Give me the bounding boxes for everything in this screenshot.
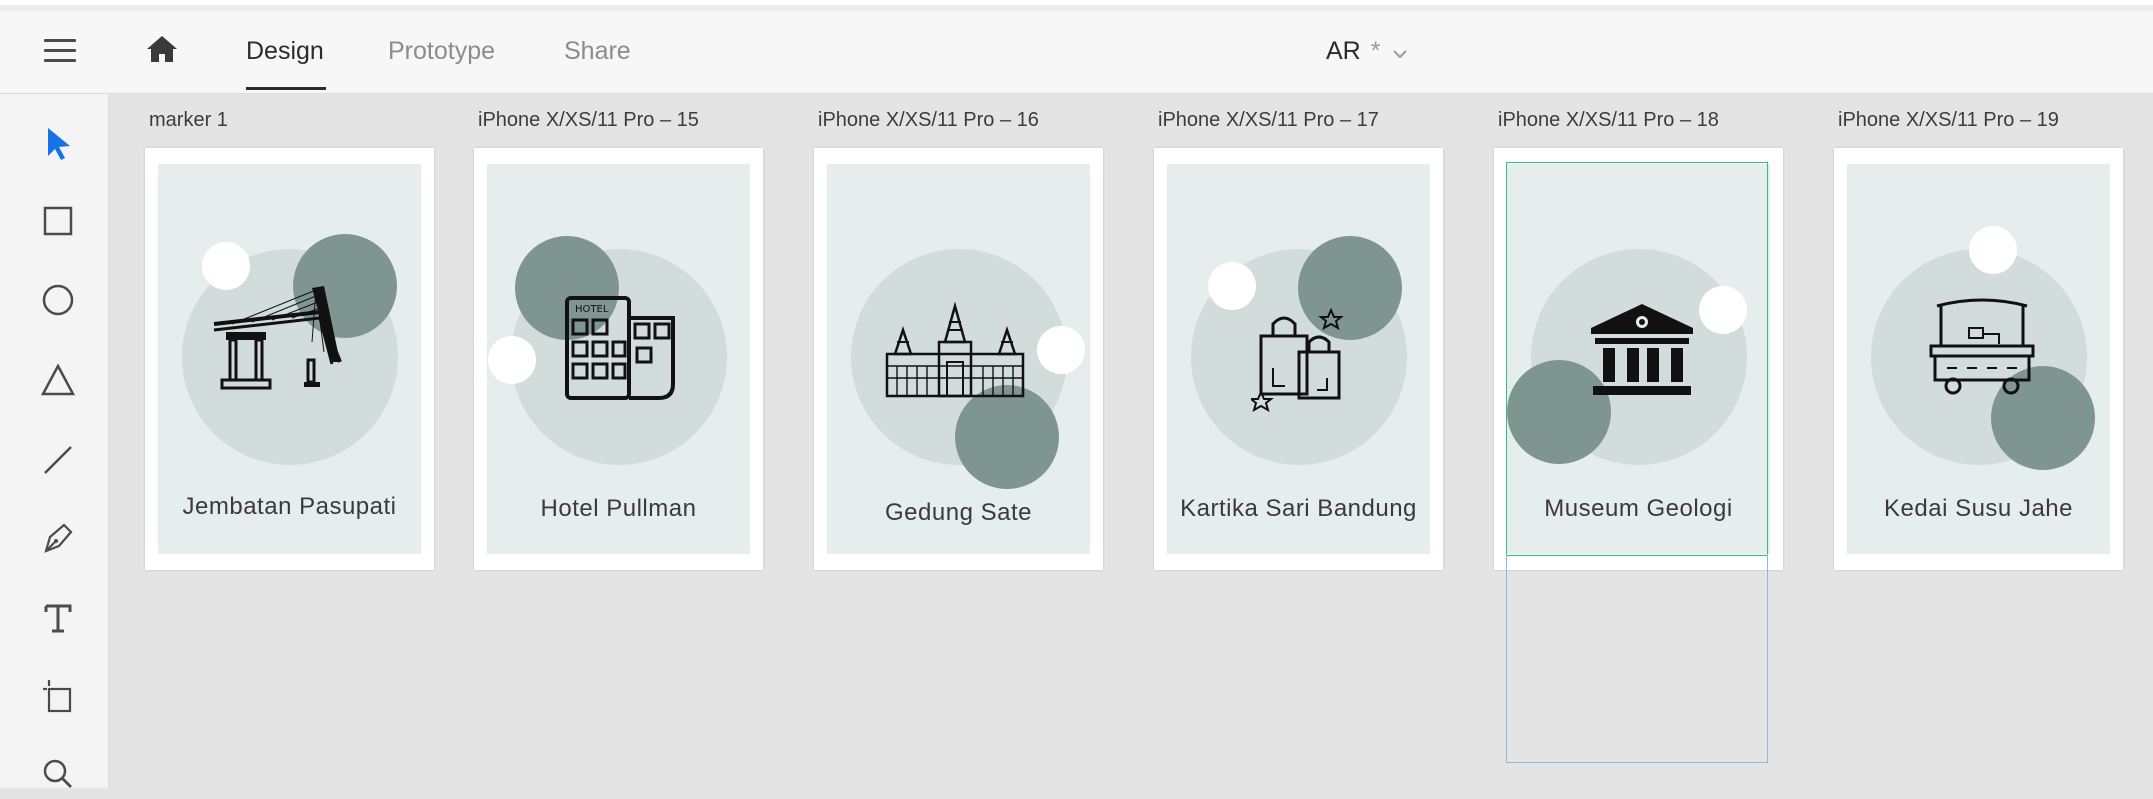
chevron-down-icon (1392, 38, 1408, 67)
shopping-bags-icon (1248, 307, 1355, 417)
card: Jembatan Pasupati (158, 164, 421, 554)
selection-outline-blue (1506, 554, 1768, 763)
tools-panel (0, 94, 109, 788)
museum-icon (1587, 302, 1697, 403)
document-title: AR (1326, 37, 1361, 65)
artboard-kartika-sari-bandung[interactable]: Kartika Sari Bandung (1154, 148, 1443, 570)
document-title-dropdown[interactable]: AR * (1326, 37, 1408, 67)
zoom-tool-icon[interactable] (38, 754, 78, 794)
tab-prototype[interactable]: Prototype (388, 37, 495, 66)
artboard-hotel-pullman[interactable]: HOTEL Hotel Pullman (474, 148, 763, 570)
active-tab-indicator (246, 87, 326, 90)
unsaved-marker: * (1370, 37, 1381, 65)
hotel-sign-text: HOTEL (575, 304, 609, 315)
card-title: Hotel Pullman (540, 495, 697, 522)
artboard-label-2[interactable]: iPhone X/XS/11 Pro – 15 (478, 109, 699, 132)
artboard-tool-icon[interactable] (38, 676, 78, 716)
hotel-icon: HOTEL (563, 294, 679, 407)
card: Gedung Sate (827, 164, 1090, 554)
top-bar: Design Prototype Share AR * (0, 11, 2153, 94)
card: Kartika Sari Bandung (1167, 164, 1430, 554)
artboard-label-1[interactable]: marker 1 (149, 109, 228, 132)
bridge-icon (212, 282, 342, 399)
card-title: Kartika Sari Bandung (1180, 495, 1417, 522)
artboard-museum-geologi[interactable]: Museum Geologi (1494, 148, 1783, 570)
pen-tool-icon[interactable] (38, 518, 78, 558)
artboard-label-3[interactable]: iPhone X/XS/11 Pro – 16 (818, 109, 1039, 132)
select-tool-icon[interactable] (38, 124, 78, 164)
food-cart-icon (1927, 294, 2037, 403)
hamburger-menu-icon[interactable] (44, 37, 76, 65)
card-title: Museum Geologi (1544, 495, 1733, 522)
card-title: Gedung Sate (885, 499, 1032, 526)
artboard-label-4[interactable]: iPhone X/XS/11 Pro – 17 (1158, 109, 1379, 132)
artboard-kedai-susu-jahe[interactable]: Kedai Susu Jahe (1834, 148, 2123, 570)
artboard-label-6[interactable]: iPhone X/XS/11 Pro – 19 (1838, 109, 2059, 132)
tab-share[interactable]: Share (564, 37, 631, 66)
white-dot (488, 336, 536, 384)
text-tool-icon[interactable] (38, 598, 78, 638)
artboard-label-5[interactable]: iPhone X/XS/11 Pro – 18 (1498, 109, 1719, 132)
tab-design[interactable]: Design (246, 37, 324, 66)
white-dot (1969, 226, 2017, 274)
line-tool-icon[interactable] (38, 440, 78, 480)
card: Museum Geologi (1507, 164, 1770, 554)
artboard-jembatan-pasupati[interactable]: Jembatan Pasupati (145, 148, 434, 570)
white-dot (1208, 262, 1256, 310)
card-title: Kedai Susu Jahe (1884, 495, 2073, 522)
white-dot (1037, 326, 1085, 374)
card-title: Jembatan Pasupati (182, 493, 397, 520)
card: Kedai Susu Jahe (1847, 164, 2110, 554)
palace-icon (883, 301, 1027, 403)
ellipse-tool-icon[interactable] (38, 280, 78, 320)
card: HOTEL Hotel Pullman (487, 164, 750, 554)
home-icon[interactable] (144, 31, 180, 67)
artboard-gedung-sate[interactable]: Gedung Sate (814, 148, 1103, 570)
white-dot (1699, 286, 1747, 334)
triangle-tool-icon[interactable] (38, 360, 78, 400)
rectangle-tool-icon[interactable] (38, 201, 78, 241)
